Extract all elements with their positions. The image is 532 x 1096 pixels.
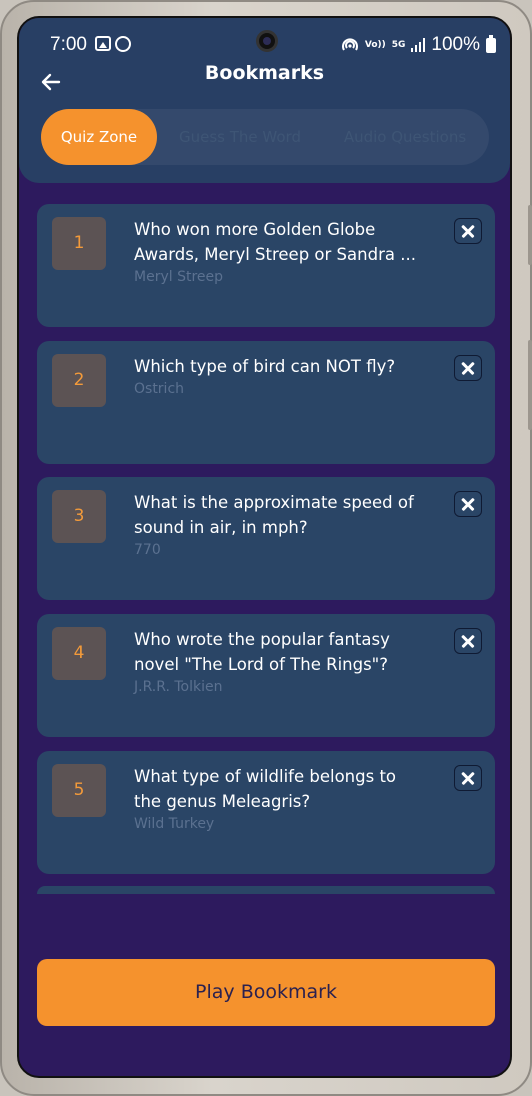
question-number: 2 [52,354,106,407]
bookmark-card[interactable]: 5 What type of wildlife belongs to the g… [37,751,495,874]
screen: 7:00 Vo)) 5G 100% Bookmarks Quiz Zone Gu… [17,16,512,1078]
question-text: Which type of bird can NOT fly? Ostrich [134,354,444,399]
volume-button [528,205,532,265]
bookmark-card-partial [37,886,495,894]
question-line: the genus Meleagris? [134,792,311,811]
bookmark-card[interactable]: 3 What is the approximate speed of sound… [37,477,495,600]
question-line: Which type of bird can NOT fly? [134,357,396,376]
notification-icons [95,36,131,52]
signal-icon [411,38,426,52]
answer-text: Ostrich [134,381,185,397]
tab-guess-the-word[interactable]: Guess The Word [171,109,309,165]
header-panel: 7:00 Vo)) 5G 100% Bookmarks Quiz Zone Gu… [19,18,510,183]
question-number: 4 [52,627,106,680]
close-icon[interactable] [454,628,482,654]
question-text: Who wrote the popular fantasy novel "The… [134,627,444,697]
question-number: 1 [52,217,106,270]
bookmark-card[interactable]: 2 Which type of bird can NOT fly? Ostric… [37,341,495,464]
gallery-icon [95,36,111,51]
bookmark-card[interactable]: 4 Who wrote the popular fantasy novel "T… [37,614,495,737]
network-icon: 5G [391,39,406,50]
play-bookmark-button[interactable]: Play Bookmark [37,959,495,1026]
question-line: sound in air, in mph? [134,518,308,537]
answer-text: Wild Turkey [134,816,215,832]
question-line: Awards, Meryl Streep or Sandra ... [134,245,416,264]
status-time: 7:00 [50,34,87,55]
question-text: What is the approximate speed of sound i… [134,490,444,560]
page-title: Bookmarks [204,62,325,84]
question-number: 5 [52,764,106,817]
question-line: What is the approximate speed of [134,493,414,512]
question-text: Who won more Golden Globe Awards, Meryl … [134,217,444,287]
volte-icon: Vo)) [364,39,386,50]
question-line: Who wrote the popular fantasy [134,630,390,649]
tab-bar: Quiz Zone Guess The Word Audio Questions [41,109,489,165]
question-number: 3 [52,490,106,543]
answer-text: 770 [134,542,161,558]
close-icon[interactable] [454,765,482,791]
hotspot-icon [341,38,358,51]
close-icon[interactable] [454,355,482,381]
bookmark-card[interactable]: 1 Who won more Golden Globe Awards, Mery… [37,204,495,327]
question-line: What type of wildlife belongs to [134,767,397,786]
status-right: Vo)) 5G 100% [341,34,496,56]
answer-text: J.R.R. Tolkien [134,679,223,695]
answer-text: Meryl Streep [134,269,224,285]
tab-audio-questions[interactable]: Audio Questions [333,109,477,165]
question-line: Who won more Golden Globe [134,220,376,239]
whatsapp-icon [115,36,131,52]
battery-icon [486,34,496,53]
front-camera [256,30,278,52]
tab-quiz-zone[interactable]: Quiz Zone [41,109,157,165]
close-icon[interactable] [454,218,482,244]
question-text: What type of wildlife belongs to the gen… [134,764,444,834]
battery-percent: 100% [431,34,480,55]
power-button [528,340,532,430]
question-line: novel "The Lord of The Rings"? [134,655,389,674]
close-icon[interactable] [454,491,482,517]
